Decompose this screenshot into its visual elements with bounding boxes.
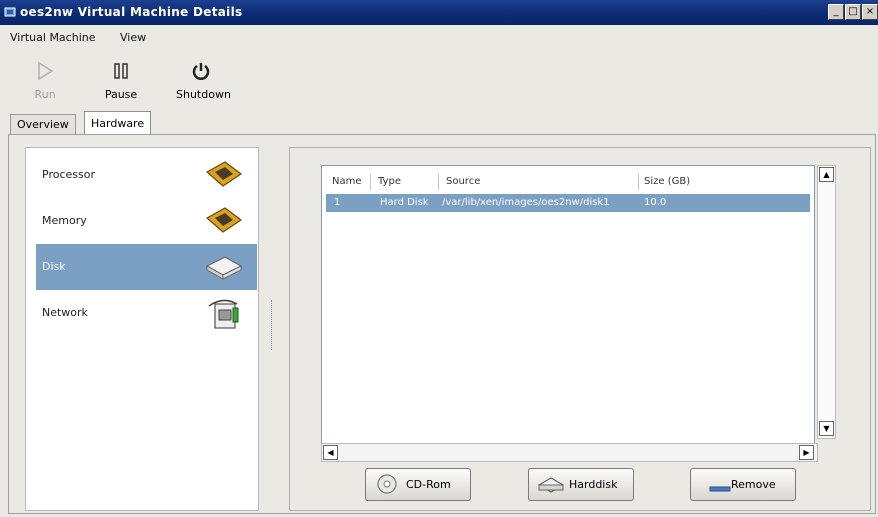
- column-header-name[interactable]: Name: [332, 176, 362, 187]
- cell-type: Hard Disk: [380, 197, 429, 208]
- remove-icon: [709, 482, 731, 495]
- column-header-source[interactable]: Source: [446, 176, 480, 187]
- maximize-button[interactable]: □: [845, 4, 861, 20]
- pause-icon: [96, 60, 146, 84]
- menu-virtual-machine[interactable]: Virtual Machine: [10, 31, 96, 44]
- run-label: Run: [34, 88, 56, 101]
- column-header-type[interactable]: Type: [378, 176, 401, 187]
- menu-bar: Virtual Machine View: [0, 26, 878, 48]
- tab-overview[interactable]: Overview: [10, 114, 76, 134]
- close-button[interactable]: ×: [862, 4, 878, 20]
- hardware-item-label: Disk: [42, 260, 66, 273]
- disk-table: Name Type Source Size (GB) 1 Hard Disk /…: [321, 165, 815, 446]
- cdrom-label: CD-Rom: [406, 478, 451, 491]
- column-separator: [438, 174, 439, 190]
- play-icon: [20, 60, 70, 84]
- hardware-item-processor[interactable]: Processor: [36, 152, 257, 198]
- power-icon: [176, 60, 226, 84]
- cell-name: 1: [334, 197, 341, 208]
- harddisk-label: Harddisk: [569, 478, 618, 491]
- scroll-down-icon[interactable]: ▼: [819, 421, 834, 436]
- cell-source: /var/lib/xen/images/oes2nw/disk1: [442, 197, 610, 208]
- pause-label: Pause: [104, 88, 138, 101]
- add-cdrom-button[interactable]: CD-Rom: [365, 468, 471, 501]
- harddisk-icon: [537, 475, 565, 498]
- table-row[interactable]: 1 Hard Disk /var/lib/xen/images/oes2nw/d…: [326, 194, 810, 212]
- vertical-scrollbar[interactable]: ▲ ▼: [817, 165, 836, 439]
- hardware-item-label: Network: [42, 306, 88, 319]
- column-separator: [638, 174, 639, 190]
- scroll-right-icon[interactable]: ▶: [799, 445, 814, 460]
- shutdown-label: Shutdown: [176, 88, 231, 101]
- horizontal-scrollbar[interactable]: ◀ ▶: [321, 443, 818, 462]
- app-icon: [4, 6, 16, 18]
- column-separator: [370, 174, 371, 190]
- toolbar: Run Pause Shutdown: [0, 50, 878, 108]
- remove-label: Remove: [731, 478, 776, 491]
- tab-bar: Overview Hardware: [0, 111, 878, 135]
- cell-size: 10.0: [644, 197, 667, 208]
- tab-hardware[interactable]: Hardware: [84, 111, 152, 135]
- window-title: oes2nw Virtual Machine Details: [20, 5, 243, 19]
- hardware-item-label: Memory: [42, 214, 87, 227]
- memory-icon: [203, 204, 245, 241]
- cdrom-icon: [374, 473, 400, 498]
- minimize-button[interactable]: _: [828, 4, 844, 20]
- processor-icon: [203, 158, 245, 195]
- run-button[interactable]: Run: [20, 60, 70, 101]
- pause-button[interactable]: Pause: [96, 60, 146, 101]
- hardware-item-label: Processor: [42, 168, 95, 181]
- shutdown-button[interactable]: Shutdown: [176, 60, 231, 101]
- title-bar: oes2nw Virtual Machine Details _ □ ×: [0, 0, 878, 25]
- pane-splitter[interactable]: [271, 300, 276, 350]
- hardware-list: Processor Memory Disk Network: [25, 147, 259, 511]
- menu-view[interactable]: View: [120, 31, 146, 44]
- add-harddisk-button[interactable]: Harddisk: [528, 468, 634, 501]
- network-icon: [203, 296, 245, 335]
- hardware-item-disk[interactable]: Disk: [36, 244, 257, 290]
- hardware-item-memory[interactable]: Memory: [36, 198, 257, 244]
- column-header-size[interactable]: Size (GB): [644, 176, 690, 187]
- disk-icon: [203, 250, 245, 287]
- hardware-item-network[interactable]: Network: [36, 290, 257, 336]
- remove-button[interactable]: Remove: [690, 468, 796, 501]
- scroll-up-icon[interactable]: ▲: [819, 167, 834, 182]
- scroll-left-icon[interactable]: ◀: [323, 445, 338, 460]
